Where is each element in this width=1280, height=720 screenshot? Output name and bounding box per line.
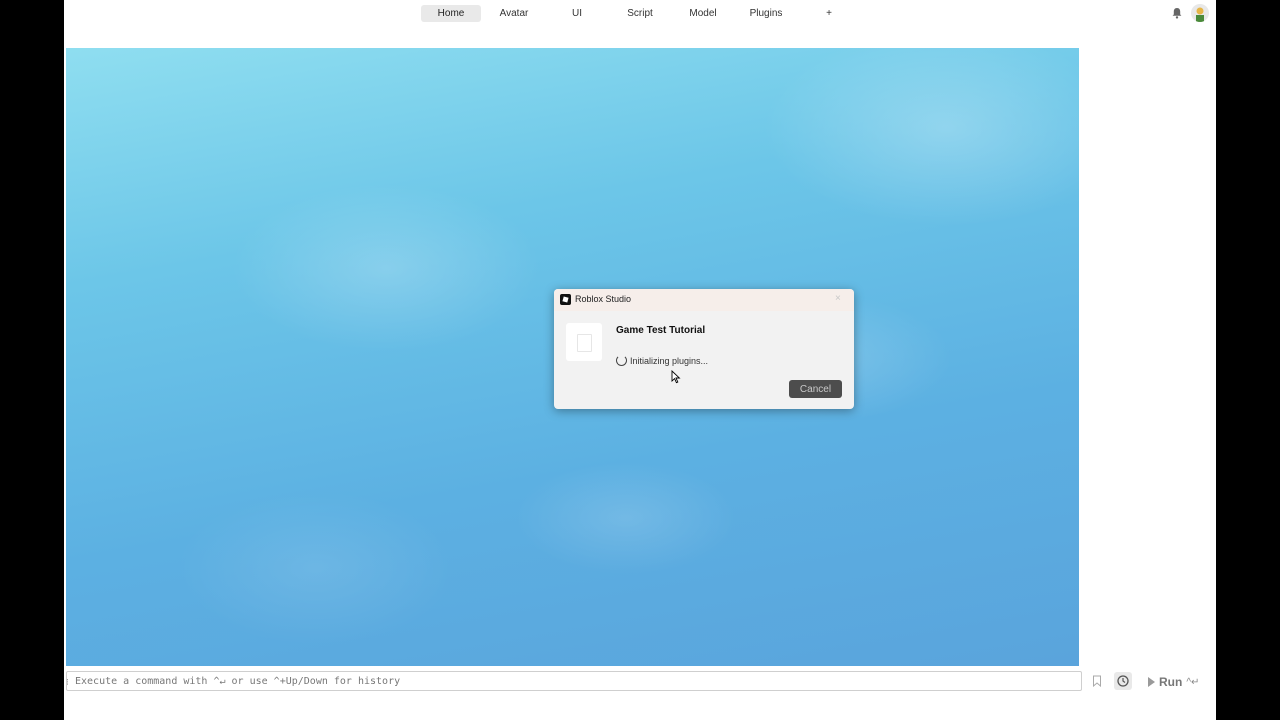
drag-handle-icon[interactable]: ⁝ — [66, 677, 69, 688]
ribbon-tabs: Home Avatar UI Script Model Plugins + — [64, 0, 1216, 28]
tab-add[interactable]: + — [799, 5, 859, 22]
dialog-titlebar: Roblox Studio × — [554, 289, 854, 311]
run-shortcut: ^↵ — [1186, 676, 1200, 688]
loading-status: Initializing plugins... — [630, 356, 709, 366]
play-icon — [1148, 677, 1155, 687]
history-button[interactable] — [1114, 672, 1132, 690]
close-icon[interactable]: × — [835, 293, 841, 304]
game-title: Game Test Tutorial — [616, 325, 706, 336]
dialog-title: Roblox Studio — [575, 294, 632, 304]
loading-dialog: Roblox Studio × Game Test Tutorial Initi… — [554, 289, 854, 409]
tab-plugins[interactable]: Plugins — [736, 5, 796, 22]
tab-ui[interactable]: UI — [547, 5, 607, 22]
place-thumbnail — [566, 323, 602, 361]
mouse-cursor-icon — [671, 370, 681, 384]
run-label: Run — [1159, 675, 1183, 689]
run-button[interactable]: Run ^↵ — [1148, 674, 1199, 690]
tab-model[interactable]: Model — [673, 5, 733, 22]
file-icon — [577, 334, 592, 352]
spinner-icon — [616, 355, 627, 366]
tab-avatar[interactable]: Avatar — [484, 5, 544, 22]
tab-script[interactable]: Script — [610, 5, 670, 22]
cancel-button[interactable]: Cancel — [789, 380, 842, 398]
bookmark-icon[interactable] — [1092, 675, 1102, 687]
history-icon — [1117, 675, 1129, 687]
command-bar: ⁝ — [66, 671, 1082, 691]
studio-window: Home Avatar UI Script Model Plugins + Ro… — [64, 0, 1216, 720]
bell-icon[interactable] — [1170, 6, 1184, 20]
roblox-studio-logo-icon — [560, 294, 571, 305]
avatar-image — [1196, 7, 1204, 22]
tab-home[interactable]: Home — [421, 5, 481, 22]
avatar[interactable] — [1191, 4, 1209, 22]
command-input[interactable] — [75, 672, 1065, 690]
